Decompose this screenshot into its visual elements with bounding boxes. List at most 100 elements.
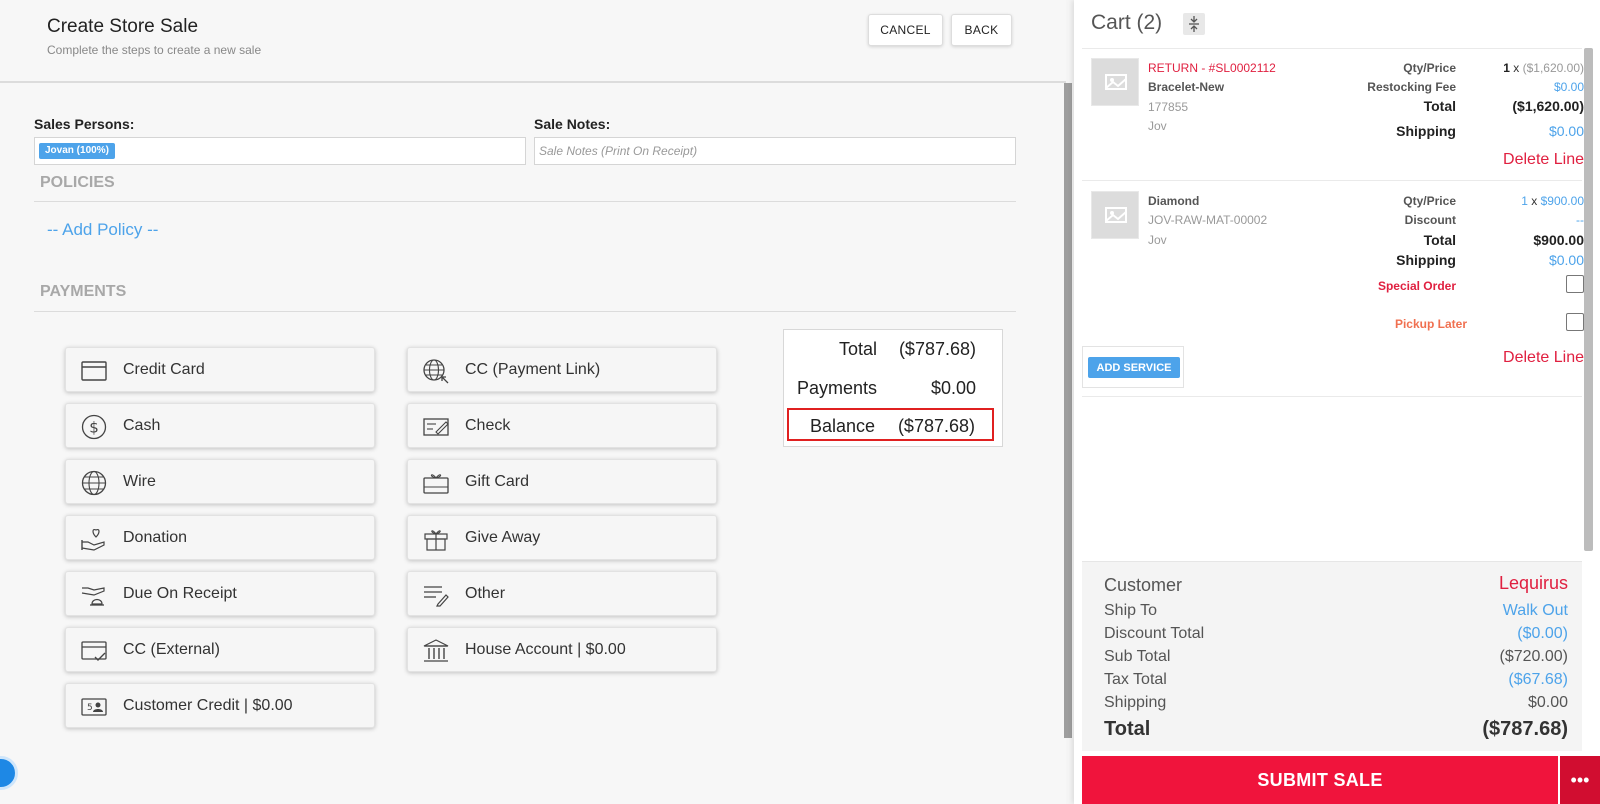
cart-item-return-tag[interactable]: RETURN - #SL0002112	[1148, 61, 1276, 75]
gift-card-icon	[422, 470, 450, 496]
item-total-label: Total	[1423, 232, 1456, 248]
svg-text:$: $	[89, 419, 99, 437]
pickup-later-checkbox[interactable]	[1566, 313, 1584, 331]
cart-item-sku: JOV-RAW-MAT-00002	[1148, 213, 1268, 227]
qty-price-label: Qty/Price	[1403, 194, 1456, 208]
item-shipping-value[interactable]: $0.00	[1549, 123, 1584, 139]
dollar-circle-icon: $	[80, 414, 108, 440]
payments-title: PAYMENTS	[40, 283, 127, 300]
pay-credit-card-button[interactable]: Credit Card	[65, 347, 375, 392]
qty-value[interactable]: 1	[1521, 194, 1528, 208]
totals-payments-label: Payments	[796, 378, 877, 398]
qty-value: 1	[1503, 61, 1510, 75]
cart-summary: Customer Lequirus Ship To Walk Out Disco…	[1082, 561, 1582, 751]
credit-card-icon	[80, 358, 108, 384]
item-total-value: ($1,620.00)	[1512, 98, 1584, 114]
collapse-icon[interactable]	[1183, 13, 1205, 35]
tax-total-value[interactable]: ($67.68)	[1508, 671, 1568, 689]
pay-cash-button[interactable]: $ Cash	[65, 403, 375, 448]
summary-customer-row: Customer Lequirus	[1104, 573, 1568, 596]
divider	[1082, 396, 1582, 397]
discount-label: Discount	[1404, 213, 1456, 227]
add-service-wrapper: ADD SERVICE	[1082, 346, 1184, 388]
pickup-later-label: Pickup Later	[1394, 317, 1467, 331]
customer-value[interactable]: Lequirus	[1499, 573, 1568, 594]
ship-to-value[interactable]: Walk Out	[1503, 602, 1568, 620]
pay-wire-button[interactable]: Wire	[65, 459, 375, 504]
back-button[interactable]: BACK	[951, 14, 1012, 46]
product-image-icon	[1091, 191, 1139, 239]
totals-total-row: Total ($787.68)	[784, 330, 1002, 366]
item-shipping-label: Shipping	[1396, 123, 1456, 139]
summary-total-value: ($787.68)	[1482, 718, 1568, 740]
delete-line-button[interactable]: Delete Line	[1503, 349, 1584, 367]
item-shipping-label: Shipping	[1396, 252, 1456, 268]
globe-icon	[80, 470, 108, 496]
pay-gift-card-button[interactable]: Gift Card	[407, 459, 717, 504]
qty-price-value: 1 x ($1,620.00)	[1503, 61, 1584, 75]
qty-times: x	[1513, 61, 1520, 75]
sale-notes-input[interactable]	[534, 137, 1016, 165]
qty-price-label: Qty/Price	[1403, 61, 1456, 75]
svg-text:5: 5	[87, 703, 93, 713]
pay-method-label: Due On Receipt	[123, 585, 237, 602]
summary-total-row: Total ($787.68)	[1104, 718, 1568, 741]
heart-hand-icon	[80, 526, 108, 552]
pay-cc-external-button[interactable]: CC (External)	[65, 627, 375, 672]
summary-subtotal-row: Sub Total ($720.00)	[1104, 648, 1568, 666]
summary-shipping-value: $0.00	[1527, 694, 1568, 711]
sale-notes-label: Sale Notes:	[534, 116, 611, 132]
price-value[interactable]: $900.00	[1541, 194, 1584, 208]
more-options-icon[interactable]: •••	[1560, 756, 1600, 804]
cancel-button[interactable]: CANCEL	[868, 14, 943, 46]
restocking-fee-value[interactable]: $0.00	[1554, 80, 1584, 94]
pay-check-button[interactable]: Check	[407, 403, 717, 448]
item-shipping-value[interactable]: $0.00	[1549, 252, 1584, 268]
discount-value[interactable]: --	[1576, 213, 1584, 227]
pay-donation-button[interactable]: Donation	[65, 515, 375, 560]
sales-persons-input[interactable]: Jovan (100%)	[34, 137, 526, 165]
cart-scrollbar[interactable]	[1584, 48, 1593, 551]
pay-house-account-button[interactable]: House Account | $0.00	[407, 627, 717, 672]
gift-box-icon	[422, 526, 450, 552]
bank-icon	[422, 638, 450, 664]
summary-discount-row: Discount Total ($0.00)	[1104, 625, 1568, 643]
page-subtitle: Complete the steps to create a new sale	[47, 43, 262, 57]
item-total-label: Total	[1423, 98, 1456, 114]
pay-customer-credit-button[interactable]: 5 Customer Credit | $0.00	[65, 683, 375, 728]
cart-item-owner: Jov	[1148, 119, 1167, 133]
sub-total-label: Sub Total	[1104, 648, 1171, 665]
cart-title: Cart (2)	[1091, 11, 1163, 34]
special-order-checkbox[interactable]	[1566, 275, 1584, 293]
summary-shipping-row: Shipping $0.00	[1104, 694, 1568, 712]
cart-item-sku: 177855	[1148, 100, 1189, 114]
summary-total-label: Total	[1104, 718, 1151, 740]
pay-other-button[interactable]: Other	[407, 571, 717, 616]
pay-method-label: Cash	[123, 417, 161, 434]
special-order-label: Special Order	[1377, 279, 1456, 293]
list-pencil-icon	[422, 582, 450, 608]
discount-total-value[interactable]: ($0.00)	[1517, 625, 1568, 643]
pay-give-away-button[interactable]: Give Away	[407, 515, 717, 560]
pay-cc-payment-link-button[interactable]: CC (Payment Link)	[407, 347, 717, 392]
pay-method-label: Check	[465, 417, 511, 434]
chat-launcher-icon[interactable]	[0, 756, 18, 790]
id-card-icon: 5	[80, 694, 108, 720]
summary-ship-to-row: Ship To Walk Out	[1104, 602, 1568, 620]
divider	[34, 201, 1016, 202]
submit-sale-button[interactable]: SUBMIT SALE	[1082, 756, 1558, 804]
pay-due-on-receipt-button[interactable]: Due On Receipt	[65, 571, 375, 616]
check-icon	[422, 414, 450, 440]
globe-link-icon	[422, 358, 450, 384]
pay-method-label: Wire	[123, 473, 156, 490]
add-service-button[interactable]: ADD SERVICE	[1088, 357, 1180, 378]
main-scrollbar[interactable]	[1064, 83, 1072, 738]
delete-line-button[interactable]: Delete Line	[1503, 151, 1584, 169]
totals-box: Total ($787.68) Payments $0.00 Balance (…	[783, 329, 1003, 447]
add-policy-link[interactable]: -- Add Policy --	[47, 220, 158, 240]
sales-person-chip[interactable]: Jovan (100%)	[39, 143, 115, 159]
price-value: ($1,620.00)	[1522, 61, 1584, 75]
pay-method-label: CC (External)	[123, 641, 220, 658]
cart-item-name: Bracelet-New	[1148, 80, 1225, 94]
totals-balance-row: Balance ($787.68)	[787, 408, 994, 441]
